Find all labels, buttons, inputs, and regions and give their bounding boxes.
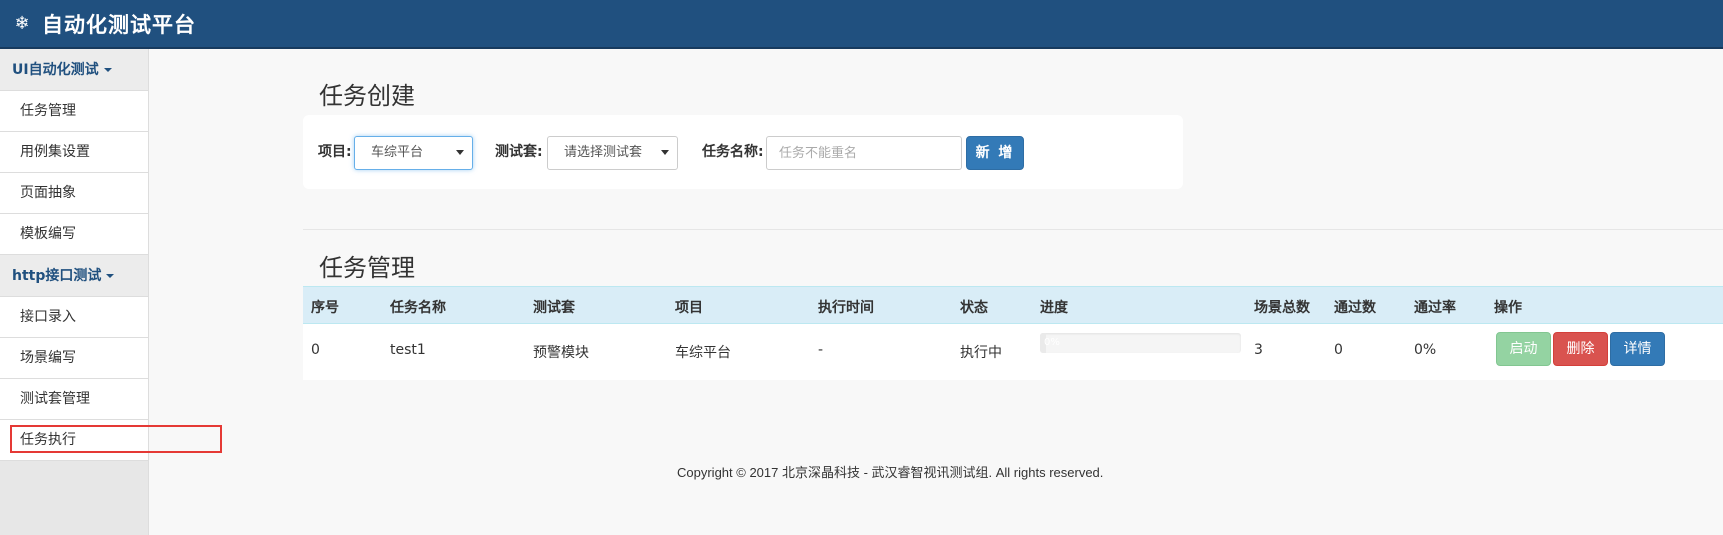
cell-index: 0	[311, 342, 320, 358]
task-name-input[interactable]	[766, 136, 962, 170]
sidebar-item-api-entry[interactable]: 接口录入	[0, 297, 148, 338]
sidebar-item-page-abstract[interactable]: 页面抽象	[0, 173, 148, 214]
cell-suite: 预警模块	[533, 345, 589, 361]
delete-button[interactable]: 删除	[1553, 332, 1608, 366]
column-header: 项目	[675, 300, 703, 316]
cell-task-name: test1	[390, 342, 426, 358]
add-button[interactable]: 新 增	[966, 136, 1024, 170]
sidebar-group-label: UI自动化测试	[12, 62, 99, 78]
caret-down-icon	[103, 68, 112, 72]
cell-passed: 0	[1334, 342, 1343, 358]
column-header: 通过数	[1334, 300, 1376, 316]
suite-select-value: 请选择测试套	[564, 145, 643, 160]
suite-select[interactable]: 请选择测试套	[547, 136, 678, 170]
column-header: 场景总数	[1254, 300, 1310, 316]
column-header: 执行时间	[818, 300, 874, 316]
sidebar-item-case-set[interactable]: 用例集设置	[0, 132, 148, 173]
column-header: 状态	[960, 300, 988, 316]
create-section-title: 任务创建	[319, 82, 415, 110]
start-button[interactable]: 启动	[1496, 332, 1551, 366]
cell-exec-time: -	[818, 342, 824, 358]
caret-down-icon	[106, 274, 115, 278]
manage-section-title: 任务管理	[319, 254, 415, 282]
project-label: 项目:	[318, 144, 352, 160]
footer-copyright: Copyright © 2017 北京深晶科技 - 武汉睿智视讯测试组. All…	[677, 465, 1104, 480]
table-header: 序号 任务名称 测试套 项目 执行时间 状态 进度 场景总数 通过数 通过率 操…	[303, 286, 1723, 324]
top-navbar: ❄ 自动化测试平台	[0, 0, 1723, 49]
cell-pass-rate: 0%	[1414, 342, 1437, 358]
dropdown-arrow-icon	[456, 150, 464, 155]
snowflake-icon: ❄	[14, 13, 30, 34]
column-header: 测试套	[533, 300, 575, 316]
column-header: 通过率	[1414, 300, 1456, 316]
sidebar-group-ui[interactable]: UI自动化测试	[0, 49, 148, 91]
cell-total: 3	[1254, 342, 1263, 358]
progress-fill: 0%	[1040, 333, 1060, 353]
sidebar-item-scenario[interactable]: 场景编写	[0, 338, 148, 379]
sidebar-item-task-execution[interactable]: 任务执行	[0, 420, 148, 461]
column-header: 进度	[1040, 300, 1068, 316]
sidebar-item-template[interactable]: 模板编写	[0, 214, 148, 255]
suite-label: 测试套:	[495, 144, 543, 160]
project-select-value: 车综平台	[371, 145, 424, 160]
column-header: 任务名称	[390, 300, 446, 316]
sidebar-item-task-management[interactable]: 任务管理	[0, 91, 148, 132]
project-select[interactable]: 车综平台	[354, 136, 473, 170]
cell-project: 车综平台	[675, 345, 731, 361]
cell-status: 执行中	[960, 345, 1002, 361]
sidebar-group-http[interactable]: http接口测试	[0, 255, 148, 297]
section-divider	[303, 229, 1723, 230]
app-title[interactable]: 自动化测试平台	[42, 9, 196, 39]
task-name-label: 任务名称:	[702, 144, 764, 160]
sidebar: UI自动化测试 任务管理 用例集设置 页面抽象 模板编写 http接口测试 接口…	[0, 49, 149, 535]
detail-button[interactable]: 详情	[1610, 332, 1665, 366]
progress-bar: 0%	[1040, 333, 1241, 353]
sidebar-item-suite-management[interactable]: 测试套管理	[0, 379, 148, 420]
column-header: 序号	[311, 300, 339, 316]
sidebar-group-label: http接口测试	[12, 268, 102, 284]
column-header: 操作	[1494, 300, 1522, 316]
dropdown-arrow-icon	[661, 150, 669, 155]
